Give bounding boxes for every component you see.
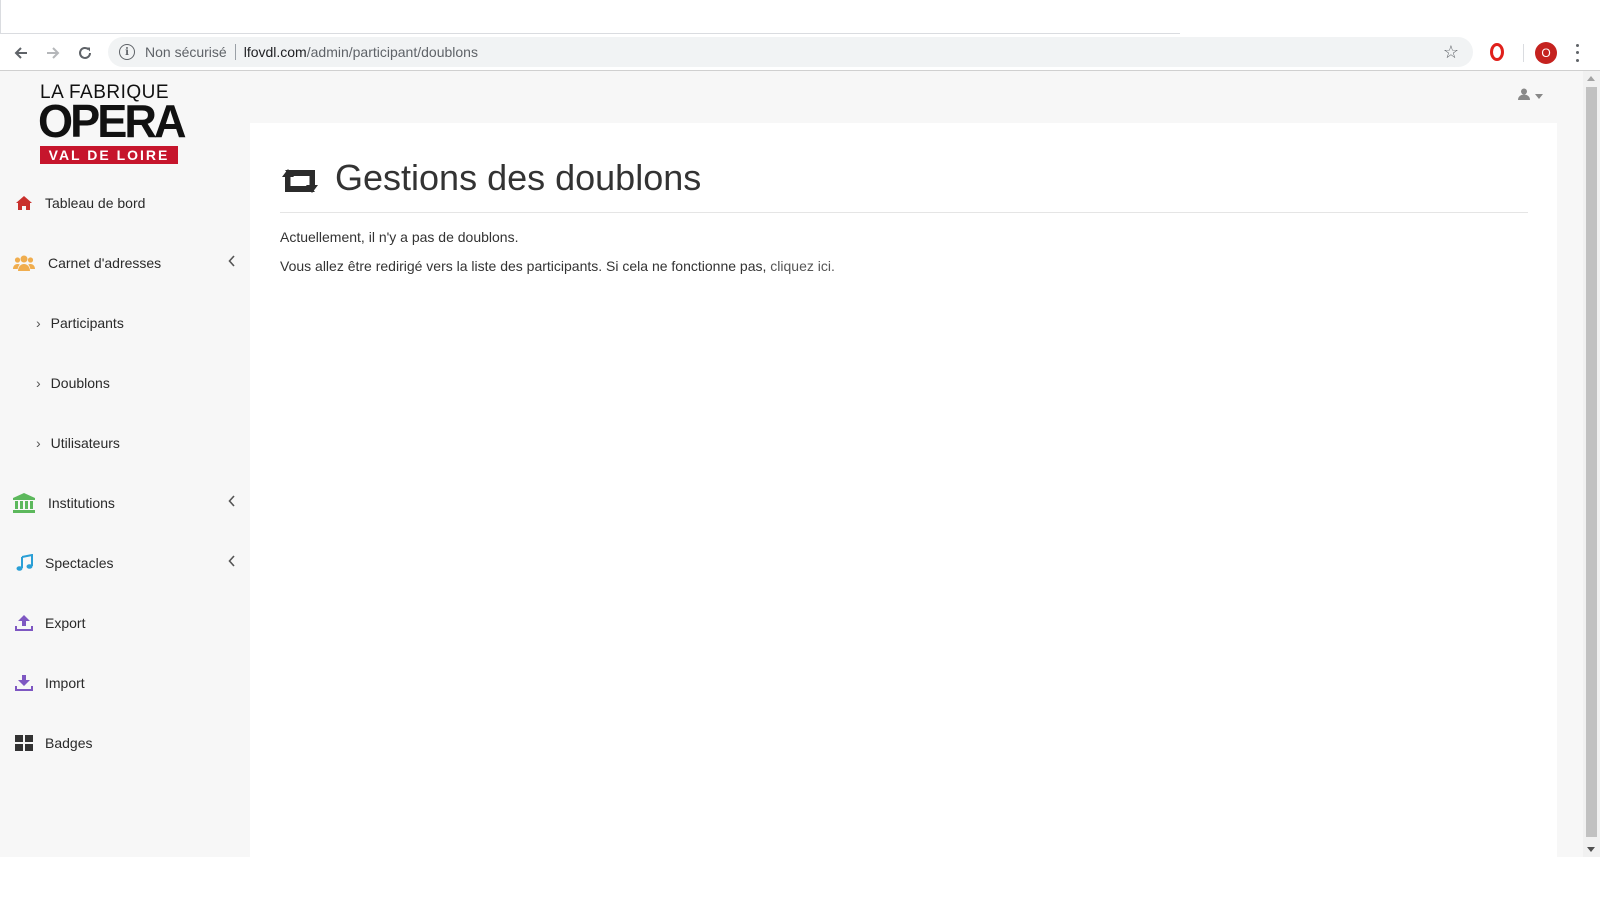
sidebar-item-institutions[interactable]: Institutions: [0, 473, 250, 533]
app-container: LA FABRIQUE OPERA VAL DE LOIRE Tableau d…: [0, 71, 1583, 857]
url-host: lfovdl.com: [243, 44, 307, 60]
caret-down-icon: [1535, 93, 1543, 99]
browser-tab[interactable]: [0, 0, 1180, 34]
profile-avatar[interactable]: O: [1535, 42, 1557, 64]
redirect-text: Vous allez être redirigé vers la liste d…: [280, 258, 767, 274]
sidebar-item-label: Badges: [45, 735, 93, 751]
chevron-left-icon: [228, 254, 236, 272]
sidebar-subitem-doublons[interactable]: › Doublons: [0, 353, 250, 413]
bookmark-star-icon[interactable]: ☆: [1443, 42, 1459, 63]
scroll-up-arrow[interactable]: [1587, 76, 1595, 81]
sidebar-nav: Tableau de bord Carnet d'adresses › Part…: [0, 173, 250, 773]
vertical-scrollbar[interactable]: [1583, 71, 1600, 857]
sidebar: LA FABRIQUE OPERA VAL DE LOIRE Tableau d…: [0, 71, 250, 857]
security-label: Non sécurisé: [145, 44, 227, 60]
sidebar-subitem-participants[interactable]: › Participants: [0, 293, 250, 353]
reload-icon[interactable]: [72, 40, 98, 66]
grid-icon: [13, 732, 35, 754]
sidebar-item-label: Import: [45, 675, 85, 691]
sidebar-item-carnet-adresses[interactable]: Carnet d'adresses: [0, 233, 250, 293]
redirect-message: Vous allez être redirigé vers la liste d…: [280, 258, 835, 274]
scroll-down-arrow[interactable]: [1587, 847, 1595, 852]
sidebar-item-badges[interactable]: Badges: [0, 713, 250, 773]
chevron-right-icon: ›: [36, 315, 41, 331]
sidebar-item-spectacles[interactable]: Spectacles: [0, 533, 250, 593]
sidebar-subitem-utilisateurs[interactable]: › Utilisateurs: [0, 413, 250, 473]
click-here-link[interactable]: cliquez ici.: [770, 258, 835, 274]
url-path: /admin/participant/doublons: [306, 44, 478, 60]
sidebar-item-label: Spectacles: [45, 555, 114, 571]
site-logo[interactable]: LA FABRIQUE OPERA VAL DE LOIRE: [38, 83, 187, 165]
toolbar-separator: [1523, 44, 1524, 62]
sidebar-item-label: Institutions: [48, 495, 115, 511]
chevron-left-icon: [228, 494, 236, 512]
page-title: Gestions des doublons: [335, 157, 702, 198]
sidebar-item-export[interactable]: Export: [0, 593, 250, 653]
main-content: Gestions des doublons Actuellement, il n…: [250, 123, 1557, 857]
browser-tabstrip: [0, 0, 1600, 34]
forward-icon[interactable]: [40, 40, 66, 66]
home-icon: [13, 192, 35, 214]
user-menu-toggle[interactable]: [1518, 87, 1543, 105]
logo-line2: OPERA: [38, 95, 187, 147]
sidebar-item-label: Participants: [50, 315, 124, 331]
sidebar-item-import[interactable]: Import: [0, 653, 250, 713]
music-icon: [13, 552, 35, 574]
omnibox-separator: [234, 44, 236, 60]
browser-toolbar: i Non sécurisé lfovdl.com/admin/particip…: [0, 34, 1600, 71]
sidebar-item-label: Tableau de bord: [45, 195, 146, 211]
chevron-left-icon: [228, 554, 236, 572]
address-bar[interactable]: i Non sécurisé lfovdl.com/admin/particip…: [108, 37, 1473, 67]
scrollbar-thumb[interactable]: [1586, 87, 1597, 837]
logo-line3: VAL DE LOIRE: [40, 146, 178, 164]
retweet-icon: [280, 164, 320, 198]
top-navbar: [250, 71, 1583, 123]
sidebar-item-tableau-de-bord[interactable]: Tableau de bord: [0, 173, 250, 233]
user-icon: [1518, 87, 1530, 105]
sidebar-item-label: Export: [45, 615, 86, 631]
page-header: Gestions des doublons: [280, 159, 1528, 213]
download-icon: [13, 672, 35, 694]
back-icon[interactable]: [8, 40, 34, 66]
bank-icon: [13, 492, 35, 514]
opera-extension-icon[interactable]: [1487, 42, 1507, 62]
chevron-right-icon: ›: [36, 375, 41, 391]
info-icon[interactable]: i: [119, 44, 135, 60]
sidebar-item-label: Doublons: [50, 375, 110, 391]
sidebar-item-label: Utilisateurs: [50, 435, 120, 451]
users-icon: [13, 252, 35, 274]
no-duplicates-message: Actuellement, il n'y a pas de doublons.: [280, 229, 519, 245]
window-bottom: [0, 857, 1600, 900]
chevron-right-icon: ›: [36, 435, 41, 451]
sidebar-item-label: Carnet d'adresses: [48, 255, 162, 271]
browser-menu-icon[interactable]: [1572, 42, 1582, 64]
upload-icon: [13, 612, 35, 634]
